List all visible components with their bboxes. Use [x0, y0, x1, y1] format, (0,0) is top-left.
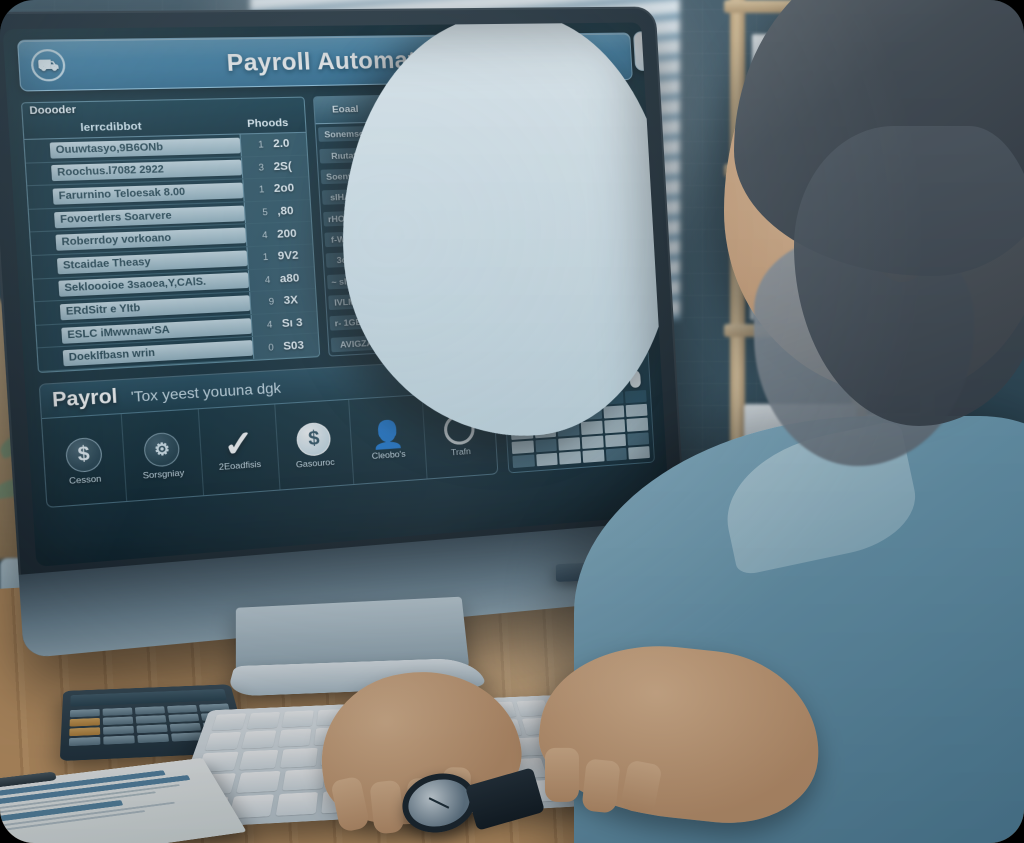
- cell-value: 4 Sı 3: [251, 311, 318, 336]
- calculator-key[interactable]: [69, 737, 100, 746]
- calculator-key[interactable]: [137, 734, 169, 743]
- calculator-key[interactable]: [103, 735, 135, 744]
- mini-grid-cell: [512, 454, 534, 468]
- table-caption: Doooder: [29, 104, 76, 117]
- calculator-key[interactable]: [103, 726, 134, 735]
- toolbar-item-label: Gasouroc: [296, 457, 335, 470]
- logo-icon[interactable]: ⛟: [30, 49, 66, 82]
- calculator-key[interactable]: [135, 706, 165, 714]
- keyboard-key[interactable]: [242, 730, 277, 749]
- keyboard-key[interactable]: [212, 713, 247, 730]
- cell-employee-name: Roochus.l7082 2922: [51, 160, 242, 182]
- mini-grid-cell: [536, 453, 558, 467]
- calculator-key[interactable]: [70, 718, 100, 727]
- toolbar-item-label: Cleobo's: [371, 448, 406, 461]
- keyboard-key[interactable]: [205, 732, 241, 751]
- calculator-key[interactable]: [103, 716, 133, 725]
- mini-grid-cell: [582, 449, 604, 463]
- calculator-key[interactable]: [168, 714, 199, 723]
- dollar-coin-icon: $: [296, 422, 332, 457]
- payroll-app-ui: ⛟ Payroll Automation Pcul Doooder lerrcd…: [3, 22, 670, 566]
- toolbar-item-label: Cesson: [69, 473, 102, 486]
- mini-grid-cell: [582, 435, 604, 449]
- cell-employee-name: Ouuwtasyo,9B6ONb: [50, 137, 241, 158]
- employee-table-header: Doooder lerrcdibbot Phoods: [22, 98, 306, 140]
- employee-table[interactable]: Doooder lerrcdibbot Phoods Ouuwtasyo,9B6…: [21, 97, 320, 374]
- mini-grid-cell: [512, 440, 534, 454]
- calculator-key[interactable]: [69, 727, 100, 736]
- cell-employee-name: Fovoertlers Soarvere: [54, 205, 245, 228]
- cell-value: 3 2S(: [241, 155, 308, 178]
- toolbar-subtitle: 'Tox yeest youuna dgk: [130, 379, 281, 405]
- mini-grid-cell: [559, 451, 581, 465]
- calculator-key[interactable]: [103, 708, 133, 716]
- mini-grid-cell: [535, 438, 557, 452]
- cell-value: 1 9V2: [246, 245, 313, 269]
- keyboard-key[interactable]: [283, 769, 325, 791]
- column-header-value: Phoods: [234, 116, 301, 130]
- office-scene-photo: ⛟ Payroll Automation Pcul Doooder lerrcd…: [0, 0, 1024, 843]
- calculator-key[interactable]: [167, 705, 197, 713]
- keyboard-key[interactable]: [239, 750, 278, 770]
- check-mark-icon: ✓: [223, 430, 255, 459]
- person-icon: 👤: [370, 420, 405, 449]
- cell-value: 1 2.0: [239, 133, 306, 156]
- keyboard-key[interactable]: [278, 729, 311, 747]
- calculator-key[interactable]: [70, 709, 100, 717]
- cell-value: 5,80: [244, 200, 311, 224]
- toolbar-item-2eoadfisis[interactable]: ✓ 2Eoadfisis: [199, 404, 280, 495]
- keyboard-key[interactable]: [282, 710, 314, 727]
- toolbar-item-label: Trafn: [451, 446, 471, 458]
- dollar-sign-icon: $: [65, 437, 103, 474]
- toolbar-item-gasouroc[interactable]: $ Gasouroc: [275, 400, 354, 490]
- cell-value: 4 a80: [248, 267, 315, 291]
- toolbar-title: Payrol: [52, 386, 119, 413]
- calculator-key[interactable]: [136, 724, 167, 733]
- main-content: Doooder lerrcdibbot Phoods Ouuwtasyo,9B6…: [21, 90, 648, 373]
- cell-value: 0 S03: [252, 334, 319, 359]
- keyboard-key[interactable]: [280, 748, 318, 768]
- calculator-key[interactable]: [136, 715, 167, 724]
- column-header: Eoaal: [314, 103, 375, 116]
- mini-grid-cell: [581, 421, 603, 435]
- keyboard-key[interactable]: [236, 771, 280, 793]
- cell-employee-name: Farurnino Teloesak 8.00: [53, 183, 244, 205]
- mini-grid-cell: [558, 437, 580, 451]
- column-header-name: lerrcdibbot: [30, 118, 235, 136]
- calculator-key[interactable]: [170, 723, 202, 732]
- toolbar-item-cesson[interactable]: $ Cesson: [42, 414, 127, 507]
- toolbar-item-label: Sorsgniay: [142, 467, 184, 480]
- monitor-screen: ⛟ Payroll Automation Pcul Doooder lerrcd…: [3, 22, 670, 566]
- toolbar-item-sorsgniay[interactable]: ⚙ Sorsgniay: [121, 409, 204, 501]
- toolbar-item-label: 2Eoadfisis: [219, 459, 262, 472]
- keyboard-key[interactable]: [275, 792, 318, 816]
- cell-value: 4 200: [245, 222, 312, 246]
- cell-value: 9 3X: [249, 289, 316, 314]
- toolbar-item-cleobo-s[interactable]: 👤 Cleobo's: [349, 395, 427, 484]
- gear-icon: ⚙: [143, 432, 180, 468]
- cell-value: 1 2o0: [242, 178, 309, 202]
- keyboard-key[interactable]: [247, 712, 280, 729]
